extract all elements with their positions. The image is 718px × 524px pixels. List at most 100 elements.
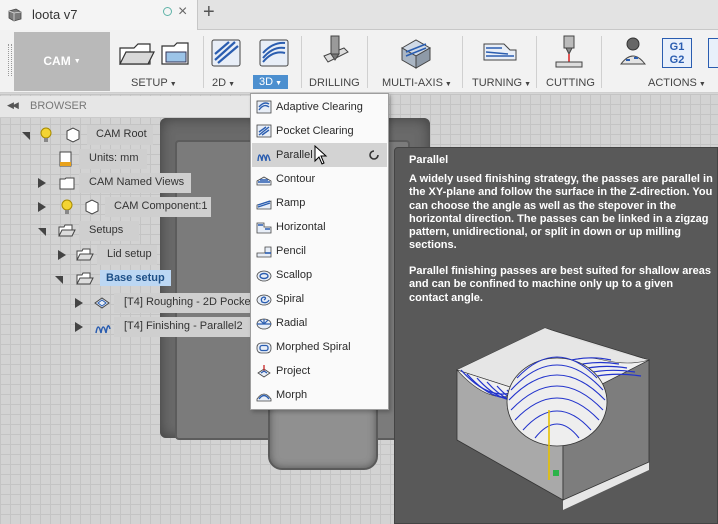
workspace-label: CAM (43, 54, 71, 68)
setup-group[interactable]: SETUP ▼ (112, 30, 202, 93)
multi-axis-label: MULTI-AXIS ▼ (382, 77, 452, 89)
tree-node-lid-setup[interactable]: Lid setup (55, 245, 160, 265)
tree-node-component[interactable]: CAM Component:1 (35, 197, 215, 217)
document-icon (8, 8, 22, 22)
3d-group[interactable]: 3D ▼ (251, 30, 297, 93)
ribbon-divider (536, 36, 537, 88)
collapse-triangle-icon[interactable] (38, 228, 46, 236)
menu-item-label: Spiral (276, 293, 305, 305)
parallel-icon (257, 154, 271, 162)
collapse-triangle-icon[interactable] (22, 132, 30, 140)
tree-node-label: [T4] Finishing - Parallel2 (124, 320, 243, 332)
chevron-down-icon: ▼ (73, 58, 81, 66)
document-title: loota v7 (32, 7, 78, 22)
tree-node-units[interactable]: Units: mm (55, 149, 147, 169)
radial-icon (256, 318, 272, 330)
ribbon-divider (462, 36, 463, 88)
menu-item-label: Horizontal (276, 221, 326, 233)
browser-header[interactable]: ◀◀ BROWSER (0, 96, 250, 118)
2d-pocket-icon (94, 297, 110, 309)
menu-item-horizontal[interactable]: Horizontal (252, 215, 387, 239)
collapse-triangle-icon[interactable] (55, 276, 63, 284)
spiral-icon (256, 294, 272, 306)
ribbon-grip-handle[interactable] (8, 44, 12, 76)
setup-icon (119, 42, 189, 65)
menu-item-adaptive-clearing[interactable]: Adaptive Clearing (252, 95, 387, 119)
tree-node-label: CAM Component:1 (114, 200, 208, 212)
component-icon (66, 127, 80, 143)
2d-group[interactable]: 2D ▼ (205, 30, 247, 93)
menu-item-morph[interactable]: Morph (252, 383, 387, 407)
expand-triangle-icon[interactable] (75, 298, 83, 308)
collapse-browser-icon[interactable]: ◀◀ (7, 100, 19, 111)
turning-label: TURNING ▼ (472, 77, 532, 89)
menu-item-pocket-clearing[interactable]: Pocket Clearing (252, 119, 387, 143)
setup-label: SETUP ▼ (131, 77, 177, 89)
tree-node-label: Base setup (100, 270, 171, 286)
toolbar-ribbon: CAM ▼ SETUP ▼ 2D ▼ 3D ▼ DRILLING MULTI-A… (0, 30, 718, 93)
menu-item-label: Pencil (276, 245, 306, 257)
expand-triangle-icon[interactable] (38, 202, 46, 212)
2d-label: 2D ▼ (212, 77, 235, 89)
menu-item-label: Contour (276, 173, 316, 185)
close-tab-button[interactable]: × (178, 3, 187, 21)
drilling-group[interactable]: DRILLING (303, 30, 363, 93)
menu-item-morphed-spiral[interactable]: Morphed Spiral (252, 335, 387, 359)
menu-item-label: Parallel (276, 149, 313, 161)
open-folder-icon (58, 224, 76, 237)
visibility-bulb-icon[interactable] (39, 127, 53, 143)
tree-node-label: [T4] Roughing - 2D Pocket (124, 296, 254, 308)
expand-triangle-icon[interactable] (58, 250, 66, 260)
parallel-toolpath-preview-image (455, 327, 651, 510)
tree-node-cam-root[interactable]: CAM Root (15, 125, 155, 145)
tree-node-roughing-operation[interactable]: [T4] Roughing - 2D Pocket (72, 293, 254, 313)
menu-item-pencil[interactable]: Pencil (252, 239, 387, 263)
gcode-line-2: G2 (669, 54, 685, 66)
menu-item-contour[interactable]: Contour (252, 167, 387, 191)
menu-item-ramp[interactable]: Ramp (252, 191, 387, 215)
cutting-icon (555, 35, 583, 68)
ribbon-divider (203, 36, 204, 88)
expand-triangle-icon[interactable] (38, 178, 46, 188)
tree-node-base-setup[interactable]: Base setup (55, 269, 185, 289)
project-icon (257, 365, 271, 378)
ramp-icon (256, 200, 272, 210)
setup-sheet-icon (708, 38, 718, 68)
strategy-tooltip: Parallel A widely used finishing strateg… (394, 147, 718, 524)
gcode-line-1: G1 (669, 41, 685, 53)
browser-title: BROWSER (30, 100, 87, 112)
menu-item-parallel[interactable]: Parallel (252, 143, 387, 167)
ribbon-divider (367, 36, 368, 88)
menu-item-label: Radial (276, 317, 308, 329)
mouse-cursor-icon (314, 145, 328, 165)
expand-triangle-icon[interactable] (75, 322, 83, 332)
pocket-clearing-icon (256, 124, 272, 138)
tree-node-label: Units: mm (89, 152, 139, 164)
morph-icon (256, 393, 272, 402)
cutting-group[interactable]: CUTTING (538, 30, 598, 93)
menu-item-scallop[interactable]: Scallop (252, 263, 387, 287)
tree-node-named-views[interactable]: CAM Named Views (35, 173, 195, 193)
actions-group[interactable]: G1 G2 ACTIONS ▼ (604, 30, 718, 93)
tree-node-label: CAM Root (96, 128, 147, 140)
new-tab-button[interactable]: + (203, 1, 215, 24)
actions-label: ACTIONS ▼ (648, 77, 706, 89)
simulate-icon (619, 37, 647, 65)
menu-item-label: Project (276, 365, 311, 377)
unsaved-indicator-icon (163, 7, 172, 16)
document-tab[interactable]: loota v7 × (0, 0, 198, 30)
tab-bar: loota v7 × + (0, 0, 718, 30)
tree-node-setups[interactable]: Setups (35, 221, 140, 241)
menu-item-project[interactable]: Project (252, 359, 387, 383)
menu-item-radial[interactable]: Radial (252, 311, 387, 335)
pencil-icon (256, 246, 272, 258)
contour-icon (256, 176, 272, 186)
multi-axis-group[interactable]: MULTI-AXIS ▼ (370, 30, 460, 93)
visibility-bulb-icon[interactable] (60, 199, 74, 215)
tree-node-label: CAM Named Views (89, 176, 185, 188)
turning-group[interactable]: TURNING ▼ (464, 30, 534, 93)
cutting-label: CUTTING (546, 77, 595, 89)
menu-item-spiral[interactable]: Spiral (252, 287, 387, 311)
tree-node-finishing-operation[interactable]: [T4] Finishing - Parallel2 (72, 317, 250, 337)
workspace-switcher[interactable]: CAM ▼ (14, 32, 110, 91)
